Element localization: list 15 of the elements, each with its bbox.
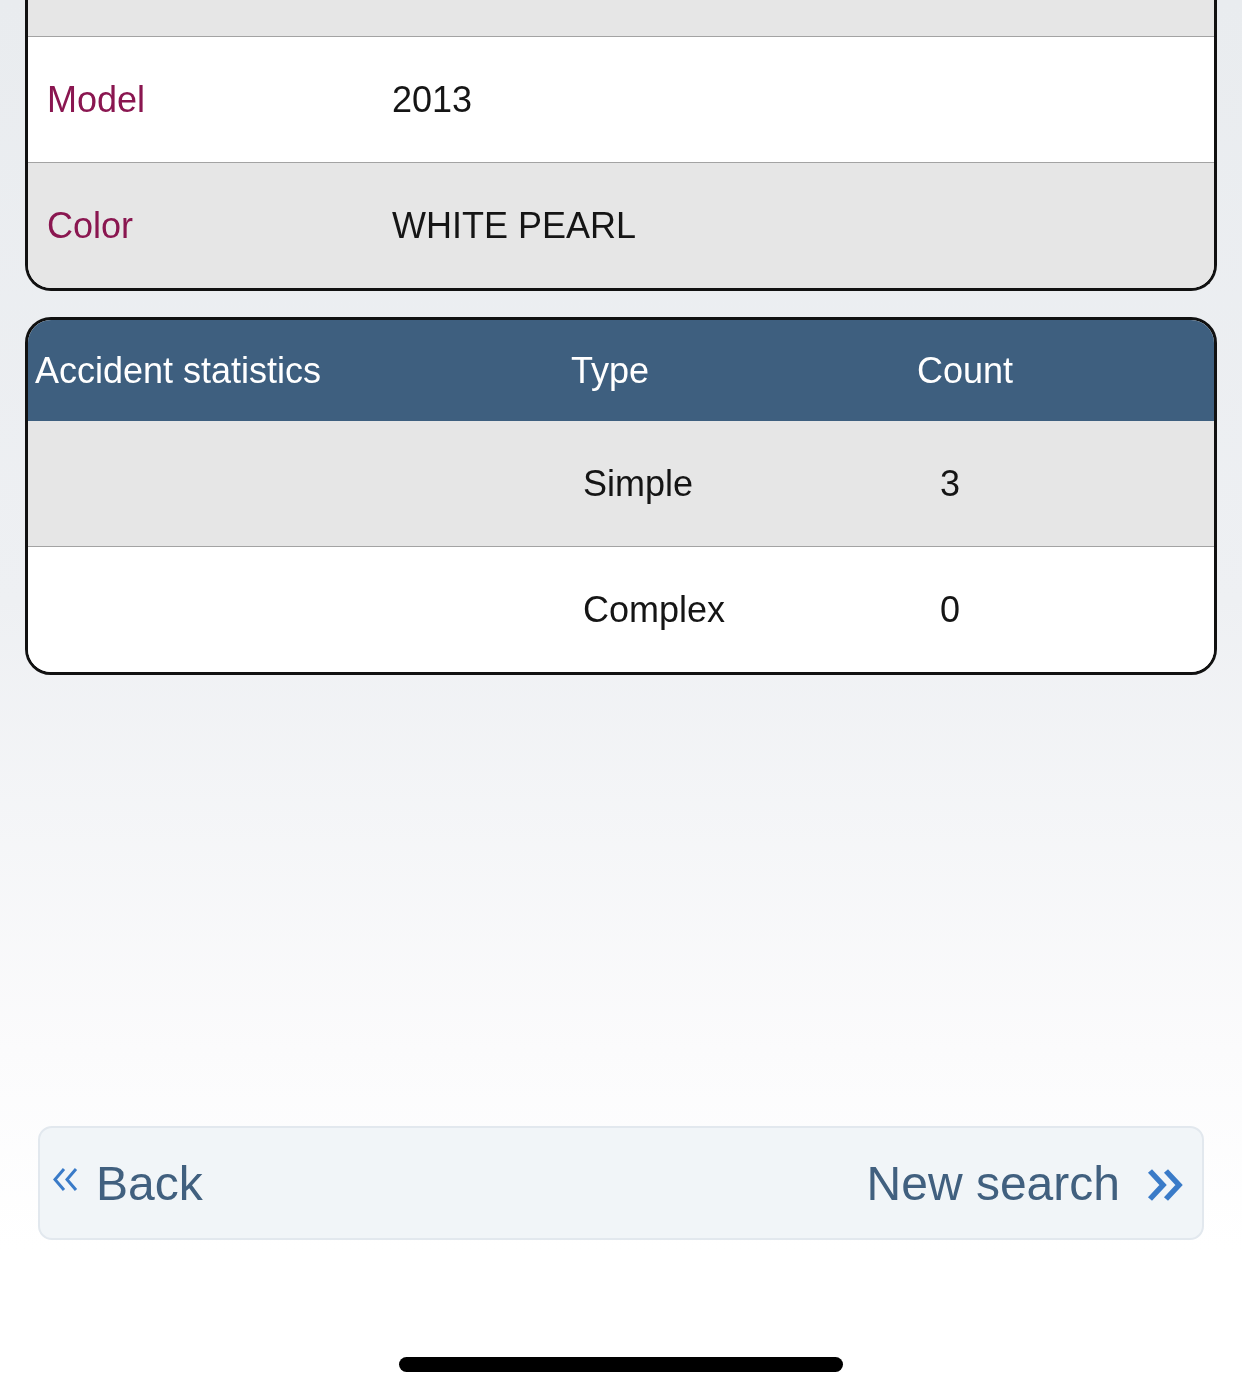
field-label: Model bbox=[46, 78, 147, 121]
table-cell: 3 bbox=[940, 462, 961, 505]
column-header: Count bbox=[917, 349, 1014, 392]
double-chevron-right-icon bbox=[1147, 1168, 1184, 1202]
column-header: Accident statistics bbox=[35, 349, 322, 392]
new-search-link[interactable]: New search bbox=[866, 1155, 1184, 1211]
double-chevron-left-icon bbox=[52, 1166, 78, 1192]
field-value: 2013 bbox=[392, 78, 473, 121]
table-cell: Complex bbox=[583, 588, 726, 631]
column-header: Type bbox=[571, 349, 650, 392]
table-cell: Simple bbox=[583, 462, 694, 505]
field-label: Color bbox=[46, 204, 135, 247]
back-link[interactable]: Back bbox=[52, 1155, 203, 1211]
field-value: WHITE PEARL bbox=[392, 204, 637, 247]
table-cell: 0 bbox=[940, 588, 961, 631]
